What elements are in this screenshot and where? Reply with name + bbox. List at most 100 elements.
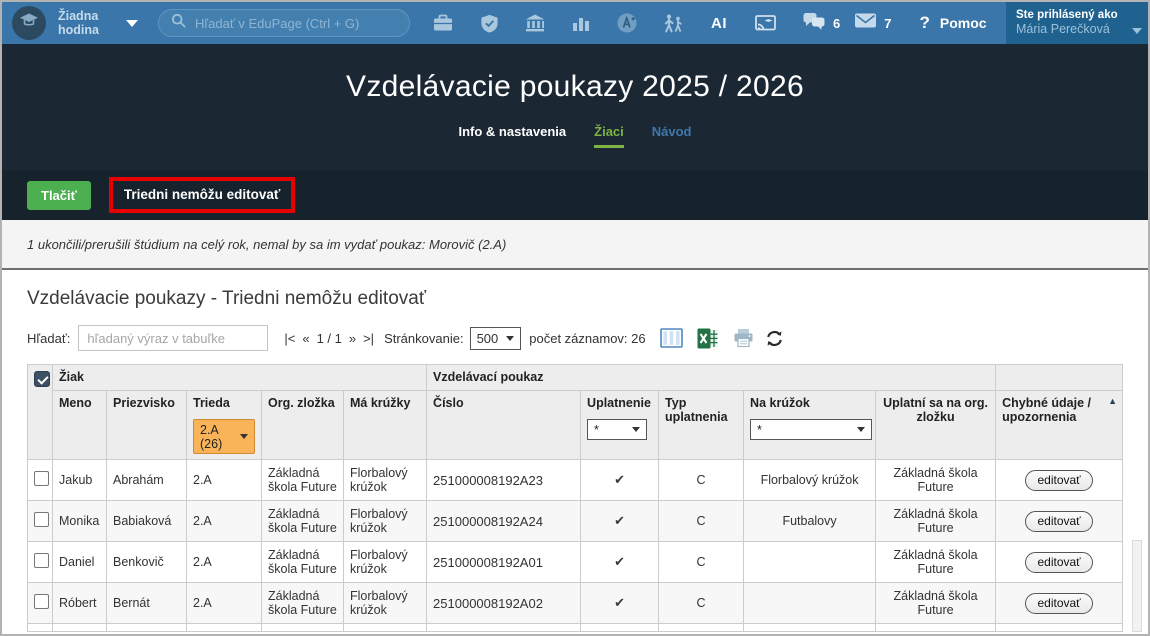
- cell-ma-kruzky: Florbalový krúžok: [344, 501, 427, 542]
- user-name: Mária Perečková: [1016, 22, 1128, 38]
- cast-screen-icon[interactable]: [742, 2, 788, 44]
- column-header-cislo[interactable]: Číslo: [427, 391, 581, 460]
- cell-uplatni-sa: Základná škola Future: [876, 501, 996, 542]
- column-header-chybne-udaje[interactable]: Chybné údaje / upozornenia ▲: [996, 391, 1123, 460]
- edit-button[interactable]: editovať: [1025, 593, 1092, 614]
- page-size-value: 500: [477, 331, 499, 346]
- current-lesson-selector[interactable]: Žiadna hodina: [58, 9, 118, 38]
- group-header-voucher: Vzdelávací poukaz: [427, 365, 996, 391]
- cell-trieda: 2.A: [187, 542, 262, 583]
- cell-org-zlozka: Základná škola Future: [262, 542, 344, 583]
- edit-button[interactable]: editovať: [1025, 552, 1092, 573]
- table-row: Monika Babiaková 2.A Základná škola Futu…: [28, 501, 1123, 542]
- cell-uplatni-sa: Základná škola Future: [876, 542, 996, 583]
- tab-info-nastavenia[interactable]: Info & nastavenia: [459, 124, 567, 145]
- section-heading: Vzdelávacie poukazy - Triedni nemôžu edi…: [2, 270, 1148, 310]
- check-icon: ✔: [614, 554, 625, 569]
- shield-check-icon[interactable]: [466, 2, 512, 44]
- na-kruzok-filter-select[interactable]: *: [750, 419, 872, 440]
- warning-notice: 1 ukončili/prerušili štúdium na celý rok…: [2, 220, 1148, 270]
- column-header-uplatni-sa[interactable]: Uplatní sa na org. zložku: [876, 391, 996, 460]
- cell-cislo: 251000008192A01: [427, 542, 581, 583]
- graduation-cap-icon: [19, 11, 39, 36]
- column-header-org-zlozka[interactable]: Org. zložka: [262, 391, 344, 460]
- table-controls: Hľadať: |< « 1 / 1 » >| Stránkovanie: 50…: [27, 325, 1148, 351]
- red-annotation-highlight: Triedni nemôžu editovať: [109, 177, 296, 213]
- cell-ma-kruzky: Florbalový krúžok: [344, 542, 427, 583]
- briefcase-icon[interactable]: [420, 2, 466, 44]
- select-all-cell: [28, 365, 53, 460]
- column-header-trieda-label: Trieda: [193, 396, 255, 410]
- export-excel-icon[interactable]: [697, 328, 718, 349]
- pagination: |< « 1 / 1 » >|: [284, 331, 374, 346]
- tab-navod[interactable]: Návod: [652, 124, 692, 145]
- refresh-icon[interactable]: [765, 329, 784, 348]
- help-button[interactable]: ? Pomoc: [919, 13, 986, 33]
- cell-cislo: 251000008192A02: [427, 583, 581, 624]
- column-header-trieda[interactable]: Trieda 2.A (26): [187, 391, 262, 460]
- bar-chart-icon[interactable]: [558, 2, 604, 44]
- row-checkbox[interactable]: [34, 471, 49, 486]
- uplatnenie-filter-value: *: [594, 423, 599, 437]
- row-checkbox[interactable]: [34, 594, 49, 609]
- cell-na-kruzok: Futbalovy: [744, 501, 876, 542]
- cell-priezvisko: Babiaková: [107, 501, 187, 542]
- grades-icon[interactable]: [604, 2, 650, 44]
- column-header-meno[interactable]: Meno: [53, 391, 107, 460]
- table-row: Jakub Abrahám 2.A Základná škola Future …: [28, 460, 1123, 501]
- cell-na-kruzok: [744, 583, 876, 624]
- row-checkbox[interactable]: [34, 553, 49, 568]
- action-toolbar: Tlačiť Triedni nemôžu editovať: [2, 170, 1148, 220]
- global-search-input[interactable]: Hľadať v EduPage (Ctrl + G): [158, 9, 410, 37]
- cell-org-zlozka: Základná škola Future: [262, 583, 344, 624]
- ai-module-button[interactable]: AI: [696, 2, 742, 44]
- logged-in-as-label: Ste prihlásený ako: [1016, 8, 1128, 22]
- mail-button[interactable]: 7: [854, 12, 891, 34]
- column-header-uplatnenie[interactable]: Uplatnenie *: [581, 391, 659, 460]
- vertical-scrollbar[interactable]: [1132, 540, 1142, 632]
- cell-trieda: 2.A: [187, 583, 262, 624]
- pagination-current-page: 1 / 1: [317, 331, 342, 346]
- trieda-filter-select[interactable]: 2.A (26): [193, 419, 255, 454]
- pagination-prev-button[interactable]: «: [302, 331, 309, 346]
- print-icon[interactable]: [732, 328, 755, 348]
- column-header-typ-uplatnenia[interactable]: Typ uplatnenia: [659, 391, 744, 460]
- uplatnenie-filter-select[interactable]: *: [587, 419, 647, 440]
- cell-meno: Monika: [53, 501, 107, 542]
- topbar-module-icons: AI: [420, 2, 788, 44]
- group-header-empty: [996, 365, 1123, 391]
- institution-icon[interactable]: [512, 2, 558, 44]
- chevron-down-icon[interactable]: [126, 20, 138, 27]
- chevron-down-icon: [857, 427, 865, 432]
- group-header-student: Žiak: [53, 365, 427, 391]
- pagination-next-button[interactable]: »: [349, 331, 356, 346]
- edupage-logo[interactable]: [12, 6, 46, 40]
- edit-button[interactable]: editovať: [1025, 470, 1092, 491]
- pagination-first-button[interactable]: |<: [284, 331, 295, 346]
- pagination-last-button[interactable]: >|: [363, 331, 374, 346]
- column-settings-icon[interactable]: [660, 328, 683, 348]
- paging-label: Stránkovanie:: [384, 331, 464, 346]
- chevron-down-icon: [240, 434, 248, 439]
- column-header-ma-kruzky[interactable]: Má krúžky: [344, 391, 427, 460]
- row-checkbox[interactable]: [34, 512, 49, 527]
- warning-notice-text: 1 ukončili/prerušili štúdium na celý rok…: [27, 237, 506, 252]
- chat-icon: [802, 11, 826, 36]
- main-content: Vzdelávacie poukazy - Triedni nemôžu edi…: [2, 270, 1148, 634]
- triedni-nemozu-editovat-button[interactable]: Triedni nemôžu editovať: [124, 187, 281, 202]
- chevron-down-icon: [506, 336, 514, 341]
- user-menu[interactable]: Ste prihlásený ako Mária Perečková: [1006, 2, 1148, 44]
- page-size-select[interactable]: 500: [470, 327, 522, 350]
- column-header-na-kruzok[interactable]: Na krúžok *: [744, 391, 876, 460]
- column-header-priezvisko[interactable]: Priezvisko: [107, 391, 187, 460]
- tab-ziaci[interactable]: Žiaci: [594, 124, 624, 148]
- print-button[interactable]: Tlačiť: [27, 181, 91, 210]
- edit-button[interactable]: editovať: [1025, 511, 1092, 532]
- table-search-input[interactable]: [78, 325, 268, 351]
- cell-cislo: 251000008192A23: [427, 460, 581, 501]
- select-all-checkbox[interactable]: [34, 371, 50, 387]
- sort-ascending-icon[interactable]: ▲: [1108, 396, 1117, 406]
- page-tabs: Info & nastavenia Žiaci Návod: [459, 124, 692, 148]
- chat-button[interactable]: 6: [802, 11, 840, 36]
- excursion-icon[interactable]: [650, 2, 696, 44]
